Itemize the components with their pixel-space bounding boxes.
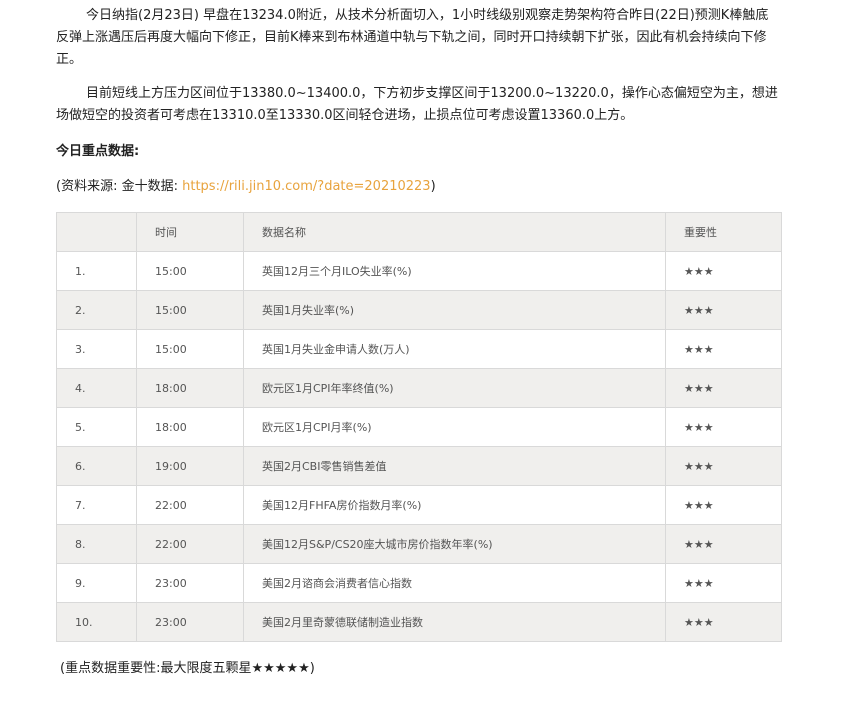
- row-data-name: 美国12月S&P/CS20座大城市房价指数年率(%): [243, 524, 666, 564]
- row-time: 23:00: [136, 563, 244, 603]
- row-data-name: 美国2月里奇蒙德联储制造业指数: [243, 602, 666, 642]
- row-importance: ★★★: [665, 485, 782, 525]
- paragraph-analysis-text: 今日纳指(2月23日) 早盘在13234.0附近，从技术分析面切入，1小时线级别…: [56, 8, 769, 67]
- row-data-name: 英国2月CBI零售销售差值: [243, 446, 666, 486]
- header-data-name: 数据名称: [243, 212, 666, 252]
- section-title: 今日重点数据:: [56, 144, 140, 159]
- table-row: 10. 23:00 美国2月里奇蒙德联储制造业指数 ★★★: [56, 602, 782, 642]
- row-index: 9.: [56, 563, 137, 603]
- row-index: 8.: [56, 524, 137, 564]
- table-row: 8. 22:00 美国12月S&P/CS20座大城市房价指数年率(%) ★★★: [56, 524, 782, 564]
- row-index: 10.: [56, 602, 137, 642]
- header-importance: 重要性: [665, 212, 782, 252]
- table-row: 1. 15:00 英国12月三个月ILO失业率(%) ★★★: [56, 251, 782, 291]
- paragraph-strategy: 目前短线上方压力区间位于13380.0~13400.0，下方初步支撑区间于132…: [56, 83, 780, 127]
- row-data-name: 英国1月失业率(%): [243, 290, 666, 330]
- row-importance: ★★★: [665, 251, 782, 291]
- row-data-name: 英国12月三个月ILO失业率(%): [243, 251, 666, 291]
- row-time: 15:00: [136, 251, 244, 291]
- table-row: 5. 18:00 欧元区1月CPI月率(%) ★★★: [56, 407, 782, 447]
- row-data-name: 英国1月失业金申请人数(万人): [243, 329, 666, 369]
- row-index: 6.: [56, 446, 137, 486]
- header-time: 时间: [136, 212, 244, 252]
- table-row: 4. 18:00 欧元区1月CPI年率终值(%) ★★★: [56, 368, 782, 408]
- row-importance: ★★★: [665, 602, 782, 642]
- table-row: 2. 15:00 英国1月失业率(%) ★★★: [56, 290, 782, 330]
- row-importance: ★★★: [665, 329, 782, 369]
- table-body: 1. 15:00 英国12月三个月ILO失业率(%) ★★★ 2. 15:00 英国1月失业…: [56, 251, 782, 642]
- paragraph-analysis: 今日纳指(2月23日) 早盘在13234.0附近，从技术分析面切入，1小时线级别…: [56, 5, 780, 71]
- row-time: 22:00: [136, 485, 244, 525]
- row-time: 19:00: [136, 446, 244, 486]
- row-time: 23:00: [136, 602, 244, 642]
- table-row: 6. 19:00 英国2月CBI零售销售差值 ★★★: [56, 446, 782, 486]
- source-line: (资料来源: 金十数据: https://rili.jin10.com/?dat…: [56, 176, 436, 198]
- table-row: 9. 23:00 美国2月谘商会消费者信心指数 ★★★: [56, 563, 782, 603]
- source-prefix: (资料来源: 金十数据:: [56, 179, 183, 194]
- row-importance: ★★★: [665, 563, 782, 603]
- paragraph-strategy-text: 目前短线上方压力区间位于13380.0~13400.0，下方初步支撑区间于132…: [56, 86, 778, 123]
- row-data-name: 美国12月FHFA房价指数月率(%): [243, 485, 666, 525]
- key-data-table: 时间 数据名称 重要性 1. 15:00 英国12月三个月ILO失业率(%) ★★★ 2…: [56, 212, 782, 642]
- row-data-name: 欧元区1月CPI年率终值(%): [243, 368, 666, 408]
- table-row: 7. 22:00 美国12月FHFA房价指数月率(%) ★★★: [56, 485, 782, 525]
- row-time: 18:00: [136, 368, 244, 408]
- row-data-name: 欧元区1月CPI月率(%): [243, 407, 666, 447]
- row-index: 5.: [56, 407, 137, 447]
- row-importance: ★★★: [665, 368, 782, 408]
- header-index: [56, 212, 137, 252]
- row-importance: ★★★: [665, 290, 782, 330]
- source-suffix: ): [430, 179, 436, 194]
- row-time: 15:00: [136, 290, 244, 330]
- table-row: 3. 15:00 英国1月失业金申请人数(万人) ★★★: [56, 329, 782, 369]
- row-importance: ★★★: [665, 407, 782, 447]
- row-index: 2.: [56, 290, 137, 330]
- row-importance: ★★★: [665, 524, 782, 564]
- row-time: 18:00: [136, 407, 244, 447]
- row-index: 7.: [56, 485, 137, 525]
- row-index: 4.: [56, 368, 137, 408]
- row-index: 1.: [56, 251, 137, 291]
- row-index: 3.: [56, 329, 137, 369]
- row-time: 22:00: [136, 524, 244, 564]
- row-importance: ★★★: [665, 446, 782, 486]
- row-data-name: 美国2月谘商会消费者信心指数: [243, 563, 666, 603]
- footnote: (重点数据重要性:最大限度五颗星★★★★★): [60, 661, 315, 676]
- table-header-row: 时间 数据名称 重要性: [56, 212, 782, 252]
- source-link[interactable]: https://rili.jin10.com/?date=20210223: [182, 179, 430, 194]
- row-time: 15:00: [136, 329, 244, 369]
